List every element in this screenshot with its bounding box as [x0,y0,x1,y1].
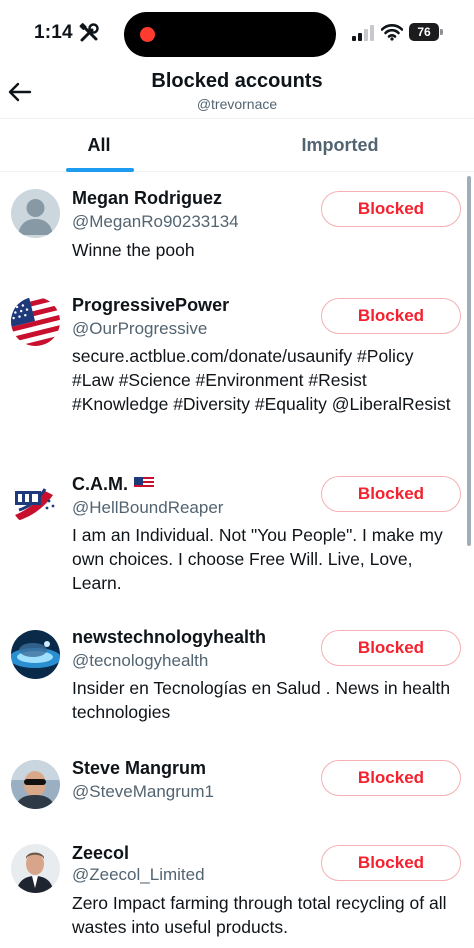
blocked-button[interactable]: Blocked [321,476,461,512]
list-item[interactable]: Megan Rodriguez @MeganRo90233134 Winne t… [0,176,474,286]
recording-indicator [140,27,155,42]
list-item[interactable]: C.A.M. @HellBoundReaper I am an Individu… [0,462,474,624]
battery-indicator: 76 [409,23,439,41]
tab-all[interactable]: All [0,119,198,172]
active-tab-indicator [66,168,134,172]
tools-icon [78,22,100,44]
blocked-button[interactable]: Blocked [321,845,461,881]
wifi-icon [380,23,404,41]
account-name[interactable]: ProgressivePower [72,295,229,316]
blocked-button[interactable]: Blocked [321,298,461,334]
account-handle: @tecnologyhealth [72,651,209,670]
avatar-usa-logo[interactable] [11,477,60,526]
signal-icon [352,25,378,41]
avatar-photo[interactable] [11,844,60,893]
account-name[interactable]: Zeecol [72,843,129,864]
account-bio: Zero Impact farming through total recycl… [72,893,447,937]
avatar-default[interactable] [11,189,60,238]
account-bio: secure.actblue.com/donate/usaunify #Poli… [72,346,451,414]
account-name[interactable]: Megan Rodriguez [72,188,222,209]
tab-bar: All Imported [0,118,474,172]
account-bio: Winne the pooh [72,240,195,260]
account-handle: @SteveMangrum1 [72,782,214,801]
account-bio: I am an Individual. Not "You People". I … [72,525,443,593]
avatar-tech[interactable] [11,630,60,679]
list-item[interactable]: Steve Mangrum @SteveMangrum1 Blocked [0,748,474,834]
account-handle: @OurProgressive [72,319,208,338]
account-handle: @HellBoundReaper [72,498,224,517]
account-name[interactable]: C.A.M. [72,474,154,495]
status-time: 1:14 [34,22,73,43]
account-name-text: C.A.M. [72,474,128,494]
account-handle: @Zeecol_Limited [72,865,205,884]
account-handle: @MeganRo90233134 [72,212,239,231]
account-name[interactable]: Steve Mangrum [72,758,206,779]
battery-cap [440,29,443,35]
blocked-button[interactable]: Blocked [321,760,461,796]
blocked-button[interactable]: Blocked [321,630,461,666]
us-flag-icon [134,475,154,489]
blocked-button[interactable]: Blocked [321,191,461,227]
account-name[interactable]: newstechnologyhealth [72,627,266,648]
status-bar: 1:14 76 [0,0,474,62]
tab-imported[interactable]: Imported [240,119,440,172]
list-item[interactable]: newstechnologyhealth @tecnologyhealth In… [0,624,474,748]
list-item[interactable]: ProgressivePower @OurProgressive secure.… [0,286,474,462]
page-title: Blocked accounts [151,70,323,92]
avatar-photo[interactable] [11,760,60,809]
dynamic-island [124,12,336,57]
page-subtitle: @trevornace [196,96,278,112]
avatar-flag[interactable] [11,297,60,346]
list-item[interactable]: Zeecol @Zeecol_Limited Zero Impact farmi… [0,834,474,948]
account-bio: Insider en Tecnologías en Salud . News i… [72,678,451,722]
